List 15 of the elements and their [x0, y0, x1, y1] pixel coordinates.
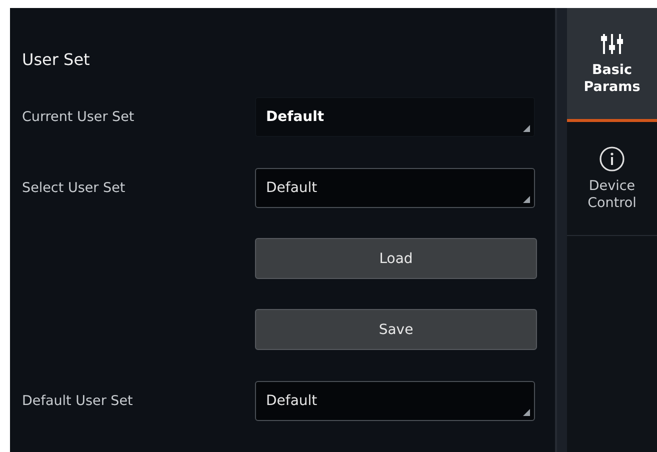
sidebar-tab[interactable]: Basic Params: [567, 8, 657, 122]
corner-icon: [523, 408, 530, 416]
corner-icon: [523, 196, 530, 202]
dropdown[interactable]: Default: [255, 168, 535, 208]
info-icon: [599, 146, 625, 172]
corner-icon: [523, 124, 530, 132]
load-button[interactable]: Load: [255, 238, 537, 279]
section-title: User Set: [22, 50, 91, 70]
field-label: Select User Set: [22, 180, 126, 196]
save-button[interactable]: Save: [255, 309, 537, 350]
dropdown[interactable]: Default: [255, 380, 535, 420]
field-label: Current User Set: [22, 108, 136, 124]
field-label: Default User Set: [22, 392, 134, 408]
sidebar-tab[interactable]: Device Control: [567, 122, 657, 236]
sliders-icon: [600, 32, 624, 56]
